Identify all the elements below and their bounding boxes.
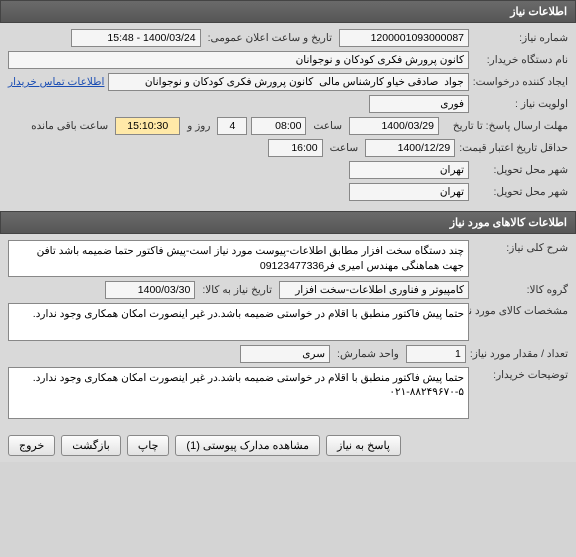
public-announce-label: تاریخ و ساعت اعلان عمومی: (205, 32, 335, 44)
section-goods-info-header: اطلاعات کالاهای مورد نیاز (0, 211, 576, 234)
contact-link[interactable]: اطلاعات تماس خریدار (8, 76, 104, 88)
goods-info-body: شرح کلی نیاز: گروه کالا: تاریخ نیاز به ک… (0, 234, 576, 429)
general-desc-label: شرح کلی نیاز: (473, 240, 568, 254)
priority-label: اولویت نیاز : (473, 98, 568, 110)
section-need-info-header: اطلاعات نیاز (0, 0, 576, 23)
delivery-city-label: شهر محل تحویل: (473, 164, 568, 176)
buyer-notes-textarea[interactable] (8, 367, 469, 419)
exit-button[interactable]: خروج (8, 435, 55, 456)
time-label-2: ساعت (327, 142, 362, 154)
remain-label: ساعت باقی مانده (28, 120, 111, 132)
qty-input[interactable] (406, 345, 466, 363)
goods-date-label: تاریخ نیاز به کالا: (199, 284, 275, 296)
respond-button[interactable]: پاسخ به نیاز (326, 435, 401, 456)
buyer-org-input[interactable] (8, 51, 469, 69)
validity-date-input[interactable] (365, 139, 455, 157)
days-input[interactable] (217, 117, 247, 135)
print-button[interactable]: چاپ (127, 435, 170, 456)
unit-label: واحد شمارش: (334, 348, 402, 360)
goods-spec-textarea[interactable] (8, 303, 469, 340)
need-no-input[interactable] (339, 29, 469, 47)
attachments-button[interactable]: مشاهده مدارک پیوستی (1) (175, 435, 320, 456)
delivery-addr-input[interactable] (349, 183, 469, 201)
buyer-notes-label: توضیحات خریدار: (473, 367, 568, 381)
qty-label: تعداد / مقدار مورد نیاز: (470, 348, 568, 360)
back-button[interactable]: بازگشت (61, 435, 121, 456)
validity-label: حداقل تاریخ اعتبار قیمت: (459, 142, 568, 154)
goods-date-input[interactable] (105, 281, 195, 299)
delivery-city-input[interactable] (349, 161, 469, 179)
need-no-label: شماره نیاز: (473, 32, 568, 44)
priority-input[interactable] (369, 95, 469, 113)
time-label-1: ساعت (310, 120, 345, 132)
public-announce-input[interactable] (71, 29, 201, 47)
remain-time-input (115, 117, 180, 135)
general-desc-textarea[interactable] (8, 240, 469, 277)
section-title-2: اطلاعات کالاهای مورد نیاز (450, 217, 567, 229)
need-info-body: شماره نیاز: تاریخ و ساعت اعلان عمومی: نا… (0, 23, 576, 211)
days-label: روز و (184, 120, 213, 132)
unit-input[interactable] (240, 345, 330, 363)
buyer-org-label: نام دستگاه خریدار: (473, 54, 568, 66)
deadline-label: مهلت ارسال پاسخ: تا تاریخ (443, 120, 568, 132)
delivery-addr-label: شهر محل تحویل: (473, 186, 568, 198)
section-title: اطلاعات نیاز (510, 6, 567, 18)
validity-time-input[interactable] (268, 139, 323, 157)
requester-label: ایجاد کننده درخواست: (473, 76, 568, 88)
deadline-date-input[interactable] (349, 117, 439, 135)
goods-spec-label: مشخصات کالای مورد نیاز: (473, 303, 568, 317)
goods-group-input[interactable] (279, 281, 469, 299)
deadline-time-input[interactable] (251, 117, 306, 135)
goods-group-label: گروه کالا: (473, 284, 568, 296)
requester-input[interactable] (108, 73, 468, 91)
button-bar: پاسخ به نیاز مشاهده مدارک پیوستی (1) چاپ… (0, 429, 576, 462)
